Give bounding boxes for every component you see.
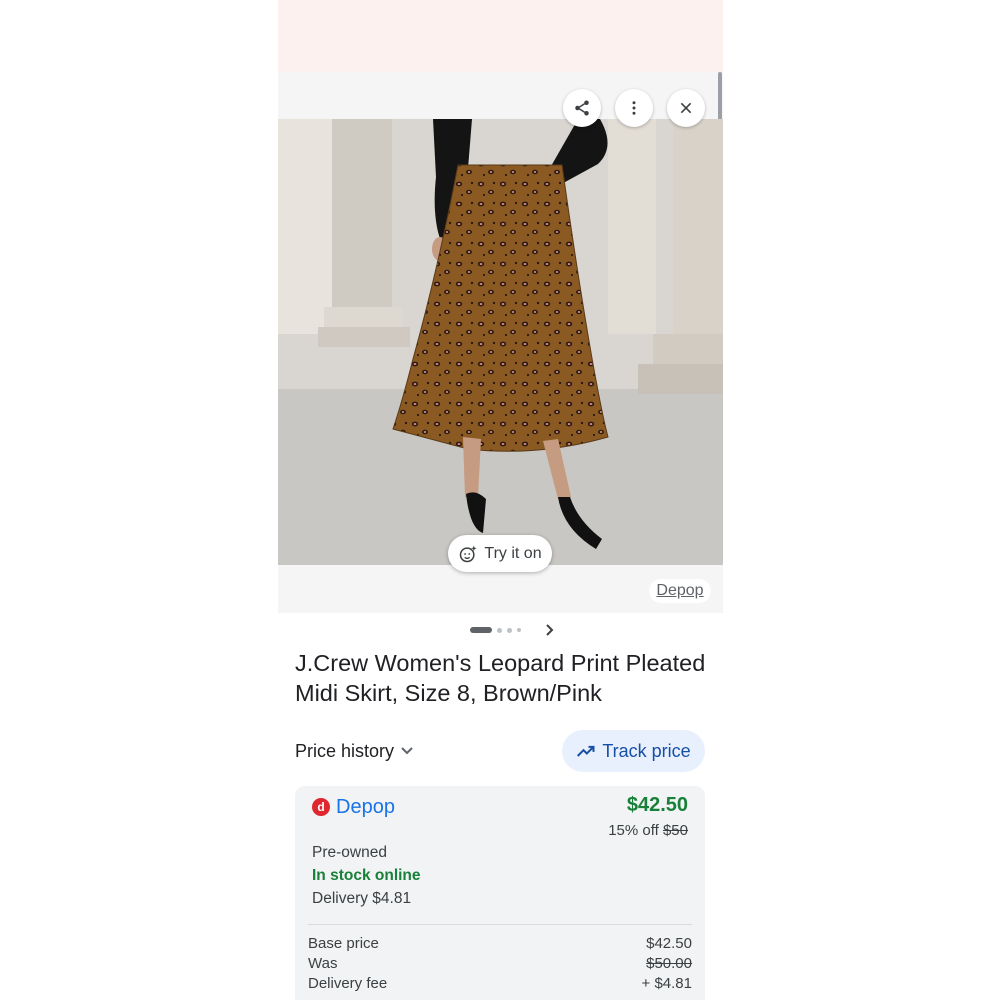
- price-history-toggle[interactable]: Price history: [295, 738, 414, 764]
- close-button[interactable]: [667, 89, 705, 127]
- chevron-right-icon[interactable]: [544, 622, 556, 638]
- try-it-on-label: Try it on: [484, 544, 542, 562]
- price-history-label: Price history: [295, 740, 395, 761]
- seller-link[interactable]: d Depop: [312, 794, 395, 820]
- seller-name: Depop: [336, 795, 395, 818]
- trending-up-icon: [577, 745, 595, 757]
- item-condition: Pre-owned: [312, 844, 387, 861]
- product-title: J.Crew Women's Leopard Print Pleated Mid…: [295, 650, 706, 706]
- try-on-icon: [460, 545, 478, 562]
- discount-info: 15% off $50: [608, 822, 688, 839]
- try-it-on-button[interactable]: Try it on: [448, 535, 552, 572]
- close-icon: [680, 102, 692, 114]
- carousel-dot[interactable]: [507, 627, 512, 633]
- more-options-button[interactable]: [615, 89, 653, 127]
- original-price: $50: [662, 822, 688, 839]
- breakdown-row: Delivery fee + $4.81: [308, 974, 692, 994]
- breakdown-row: Was $50.00: [308, 954, 692, 974]
- track-price-button[interactable]: Track price: [562, 730, 705, 772]
- product-photo: [278, 119, 723, 565]
- breakdown-value: $50.00: [646, 955, 692, 972]
- depop-logo-icon: d: [312, 798, 330, 816]
- stock-status: In stock online: [312, 867, 421, 884]
- delivery-info: Delivery $4.81: [312, 890, 412, 907]
- divider: [308, 924, 692, 925]
- image-source-link[interactable]: Depop: [649, 579, 711, 603]
- more-vert-icon: [632, 101, 636, 115]
- breakdown-label: Was: [308, 955, 338, 972]
- breakdown-value: + $4.81: [641, 975, 692, 992]
- breakdown-value: $42.50: [646, 935, 692, 952]
- offer-card[interactable]: d Depop $42.50 15% off $50 Pre-owned In …: [295, 786, 705, 1000]
- product-image[interactable]: [278, 119, 723, 565]
- share-icon: [575, 100, 589, 116]
- scrollbar[interactable]: [718, 72, 722, 120]
- carousel-indicator: [470, 625, 521, 635]
- chevron-down-icon: [401, 747, 413, 755]
- carousel-dot[interactable]: [470, 627, 492, 633]
- offer-price: $42.50: [626, 794, 688, 816]
- price-breakdown: Base price $42.50 Was $50.00 Delivery fe…: [308, 934, 692, 994]
- breakdown-row: Base price $42.50: [308, 934, 692, 954]
- breakdown-label: Base price: [308, 935, 379, 952]
- discount-text: 15% off: [608, 822, 659, 839]
- product-viewer: Try it on Depop J.Crew Women's Leopard P…: [278, 0, 723, 1000]
- top-band: [278, 0, 723, 72]
- image-panel: Try it on Depop: [278, 72, 723, 613]
- carousel-dot[interactable]: [517, 628, 521, 632]
- carousel-dot[interactable]: [497, 627, 502, 633]
- share-button[interactable]: [563, 89, 601, 127]
- track-price-label: Track price: [602, 740, 691, 761]
- breakdown-label: Delivery fee: [308, 975, 388, 992]
